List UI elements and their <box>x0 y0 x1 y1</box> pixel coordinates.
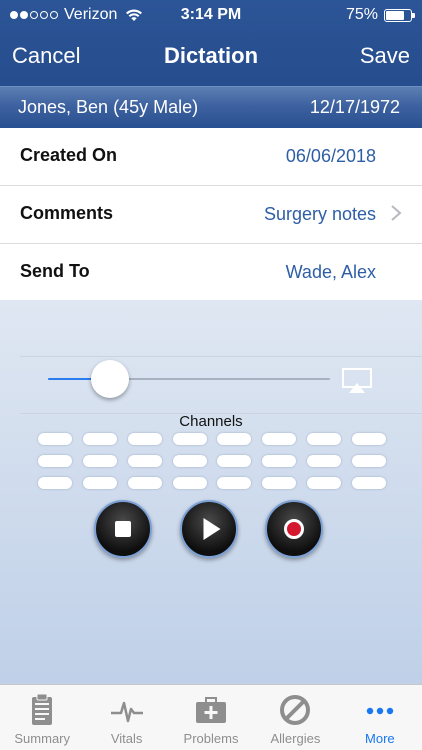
created-on-label: Created On <box>20 145 118 165</box>
channel-indicator <box>307 477 342 489</box>
channel-indicator <box>217 433 252 445</box>
channel-indicator <box>172 455 207 467</box>
stop-icon <box>115 521 131 537</box>
channel-indicator <box>38 433 72 445</box>
battery-icon <box>384 8 415 22</box>
tab-label: Allergies <box>270 731 321 746</box>
created-on-value: 06/06/2018 <box>285 146 376 166</box>
record-button[interactable] <box>265 500 323 558</box>
send-to-value: Wade, Alex <box>285 262 376 282</box>
channel-indicator <box>38 455 72 467</box>
play-button[interactable] <box>180 500 238 558</box>
save-button[interactable]: Save <box>360 43 410 69</box>
send-to-row[interactable]: Send To Wade, Alex <box>0 244 422 302</box>
channel-indicator <box>217 455 252 467</box>
channel-indicator <box>351 477 386 489</box>
channel-indicator <box>127 477 162 489</box>
channel-indicator <box>82 455 117 467</box>
volume-slider[interactable] <box>48 360 330 398</box>
tab-label: Vitals <box>110 731 143 746</box>
tab-allergies[interactable]: Allergies <box>253 685 337 750</box>
channel-indicator <box>127 455 162 467</box>
play-icon <box>203 518 221 540</box>
patient-dob: 12/17/1972 <box>309 97 400 117</box>
send-to-label: Send To <box>20 261 90 281</box>
tab-bar: Summary Vitals Problems Allergies More <box>0 684 422 750</box>
airplay-icon[interactable] <box>342 368 372 394</box>
channel-indicator <box>262 477 297 489</box>
channel-indicator <box>307 433 342 445</box>
more-dots-icon <box>366 707 394 715</box>
record-icon <box>284 519 304 539</box>
battery-percent: 75% <box>345 6 378 23</box>
medical-kit-icon <box>196 697 227 723</box>
battery-fill <box>386 10 404 20</box>
channel-indicator <box>82 433 117 445</box>
tab-vitals[interactable]: Vitals <box>84 685 168 750</box>
tab-label: More <box>365 731 395 746</box>
tab-summary[interactable]: Summary <box>0 685 84 750</box>
recorder-panel: Channels <box>0 300 422 684</box>
channels-grid <box>38 433 386 499</box>
channel-row <box>38 455 386 467</box>
channel-indicator <box>351 455 386 467</box>
created-on-row: Created On 06/06/2018 <box>0 128 422 186</box>
channel-indicator <box>217 477 252 489</box>
slider-thumb[interactable] <box>91 360 129 398</box>
prohibited-icon <box>280 695 311 725</box>
tab-more[interactable]: More <box>338 685 422 750</box>
stop-button[interactable] <box>94 500 152 558</box>
battery-nub <box>412 12 415 18</box>
channel-indicator <box>127 433 162 445</box>
comments-value: Surgery notes <box>263 204 376 224</box>
tab-label: Problems <box>183 731 239 746</box>
patient-name: Jones, Ben (45y Male) <box>18 97 199 117</box>
playback-controls <box>0 500 422 560</box>
channel-indicator <box>262 455 297 467</box>
tab-problems[interactable]: Problems <box>169 685 253 750</box>
divider <box>20 356 422 357</box>
channel-indicator <box>307 455 342 467</box>
channel-row <box>38 477 386 489</box>
clipboard-icon <box>32 693 53 725</box>
dictation-details: Created On 06/06/2018 Comments Surgery n… <box>0 128 422 302</box>
page-title: Dictation <box>163 43 259 68</box>
comments-label: Comments <box>20 203 114 223</box>
status-bar: Verizon 3:14 PM 75% <box>0 0 422 30</box>
channel-indicator <box>82 477 117 489</box>
channel-indicator <box>38 477 72 489</box>
chevron-right-icon <box>391 205 402 221</box>
heartbeat-icon <box>110 701 143 723</box>
navigation-bar: Cancel Dictation Save <box>0 30 422 86</box>
status-right: 75% <box>345 6 415 24</box>
channel-indicator <box>262 433 297 445</box>
tab-label: Summary <box>14 731 71 746</box>
comments-row[interactable]: Comments Surgery notes <box>0 186 422 244</box>
channel-indicator <box>351 433 386 445</box>
channels-label: Channels <box>179 413 243 430</box>
channel-indicator <box>172 433 207 445</box>
channel-row <box>38 433 386 445</box>
patient-banner: Jones, Ben (45y Male) 12/17/1972 <box>0 86 422 128</box>
channel-indicator <box>172 477 207 489</box>
